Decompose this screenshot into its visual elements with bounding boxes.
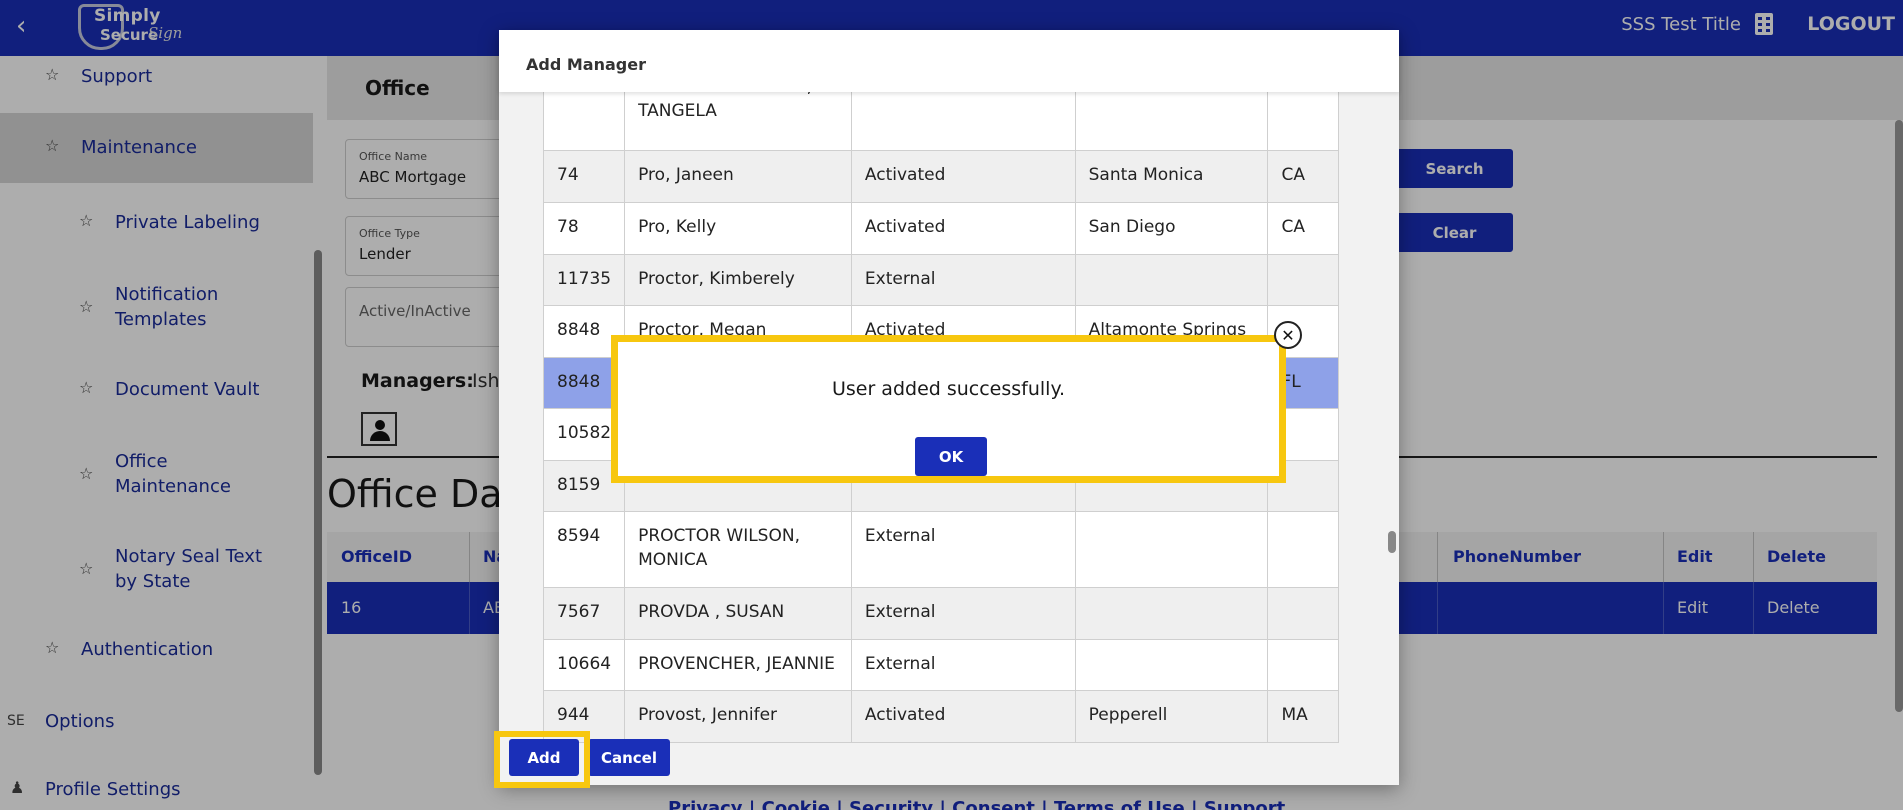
cell-state [1267, 92, 1339, 151]
cell-status: External [850, 511, 1076, 588]
cell-status: Activated [850, 690, 1076, 743]
cell-city [1074, 254, 1269, 306]
cell-state: CA [1267, 150, 1339, 203]
cell-status: Activated [850, 150, 1076, 203]
cell-name: Pro, Janeen [624, 150, 852, 203]
cell-city: Pepperell [1074, 690, 1269, 743]
table-row[interactable]: 74 Pro, Janeen Activated Santa Monica CA [543, 150, 1339, 203]
cell-name: Provost, Jennifer [624, 690, 852, 743]
cell-name: PROCTOR WILSON, MONICA [624, 511, 852, 588]
add-button-highlight [494, 731, 590, 788]
cell-state [1267, 254, 1339, 306]
cell-id: 8594 [543, 511, 626, 588]
cell-status: External [850, 587, 1076, 640]
dialog-title: Add Manager [526, 55, 646, 74]
cell-status: Activated [850, 202, 1076, 255]
cell-id: 5256 [543, 92, 626, 151]
cell-state: MA [1267, 690, 1339, 743]
cell-id: 11735 [543, 254, 626, 306]
cell-city: San Diego [1074, 202, 1269, 255]
dialog-header: Add Manager [499, 30, 1399, 92]
cell-id: 78 [543, 202, 626, 255]
close-icon[interactable]: ✕ [1274, 321, 1302, 349]
table-row[interactable]: 5256 PRITCHETT-BROOKS, TANGELA External [543, 92, 1339, 151]
cell-id: 7567 [543, 587, 626, 640]
cell-name: PROVDA , SUSAN [624, 587, 852, 640]
cell-name: Proctor, Kimberely [624, 254, 852, 306]
cell-name: PRITCHETT-BROOKS, TANGELA [624, 92, 852, 151]
cell-status: External [850, 254, 1076, 306]
cell-state [1267, 511, 1339, 588]
cell-id: 10664 [543, 639, 626, 691]
cell-name: Pro, Kelly [624, 202, 852, 255]
cell-city: Santa Monica [1074, 150, 1269, 203]
cell-id: 74 [543, 150, 626, 203]
dialog-scrollbar[interactable] [1388, 531, 1396, 553]
table-row[interactable]: 11735 Proctor, Kimberely External [543, 254, 1339, 306]
table-row[interactable]: 7567 PROVDA , SUSAN External [543, 587, 1339, 640]
table-row[interactable]: 78 Pro, Kelly Activated San Diego CA [543, 202, 1339, 255]
cell-state [1267, 639, 1339, 691]
cell-city [1074, 511, 1269, 588]
cell-state: CA [1267, 202, 1339, 255]
cell-name: PROVENCHER, JEANNIE [624, 639, 852, 691]
cell-status: External [850, 639, 1076, 691]
success-alert: User added successfully. OK [611, 335, 1286, 483]
table-row[interactable]: 8594 PROCTOR WILSON, MONICA External [543, 511, 1339, 588]
cell-state [1267, 587, 1339, 640]
alert-message: User added successfully. [831, 378, 1066, 400]
cell-city [1074, 587, 1269, 640]
cell-city [1074, 639, 1269, 691]
table-row[interactable]: 10664 PROVENCHER, JEANNIE External [543, 639, 1339, 691]
cell-status: External [850, 92, 1076, 151]
ok-button[interactable]: OK [915, 437, 987, 476]
cancel-button[interactable]: Cancel [588, 739, 670, 776]
cell-city [1074, 92, 1269, 151]
table-row[interactable]: 944 Provost, Jennifer Activated Pepperel… [543, 690, 1339, 743]
